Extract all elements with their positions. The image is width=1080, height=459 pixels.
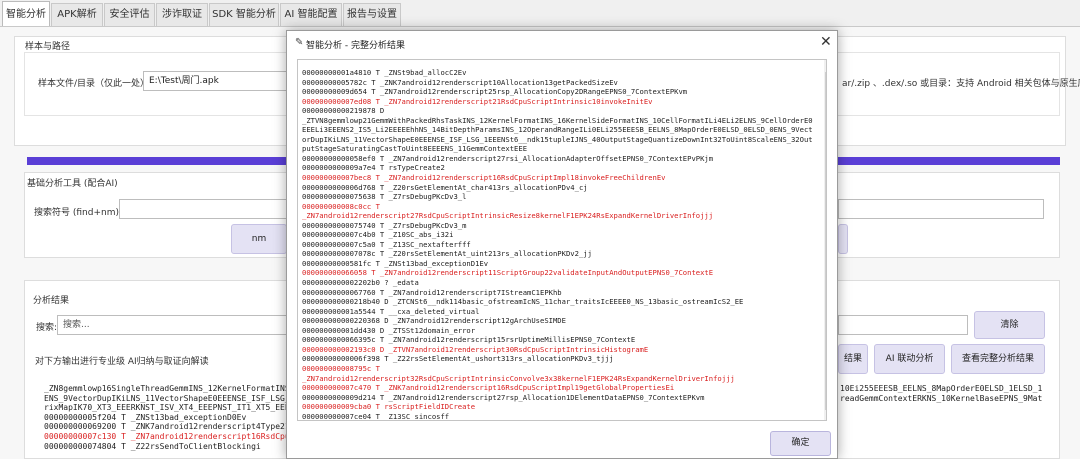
result-search-input[interactable]: 搜索... — [57, 315, 287, 335]
sample-file-input[interactable]: E:\Test\周门.apk — [143, 71, 288, 91]
scroll-thumb[interactable] — [825, 72, 826, 410]
result-log-line-right: 10Ei255EEESB_EELNS_8MapOrderE0ELSD_1ELSD… — [840, 384, 1043, 393]
dialog-text-area[interactable]: 00000000001a4810 T _ZNSt9bad_allocC2Ev 00… — [297, 59, 827, 421]
dialog-title-bar: ✎ 智能分析 - 完整分析结果 ✕ — [287, 31, 837, 57]
dialog-text-line: 000000000008795c T — [302, 363, 380, 373]
tab-smart-analysis[interactable]: 智能分析 — [2, 1, 50, 27]
sample-hint-text: ar/.zip 、.dex/.so 或目录：支持 Android 相关包体与原生… — [842, 79, 1080, 89]
dialog-text-content: 00000000001a4810 T _ZNSt9bad_allocC2Ev 00… — [302, 68, 814, 421]
dialog-text-line: 000000000000220368 D _ZN7android12render… — [302, 316, 566, 326]
dialog-text-line: 0000000000006d768 T _Z20rsGetElementAt_c… — [302, 182, 588, 192]
dialog-text-line: 000000000066058 T _ZN7android12renderscr… — [302, 268, 714, 278]
dialog-text-line: 000000000007ed08 T _ZN7android12rendersc… — [302, 96, 653, 106]
clear-button[interactable]: 清除 — [974, 311, 1045, 339]
dialog-text-line: 00000000000075740 T _Z7rsDebugPKcDv3_m — [302, 220, 467, 230]
tab-apk-parse[interactable]: APK解析 — [51, 3, 103, 26]
dialog-text-line: 00000000009d654 T _ZN7android12renderscr… — [302, 87, 688, 97]
results-button[interactable]: 结果 — [838, 344, 868, 374]
dialog-text-line: 000000000007bec8 T _ZN7android12rendersc… — [302, 173, 666, 183]
symbol-search-label: 搜索符号 (find+nm): — [34, 208, 123, 218]
result-log-line-right: readGemmContextERKNS_10KernelBaseEPNS_9M… — [840, 393, 1043, 403]
dialog-text-line: 0000000000066395c T _ZN7android12renders… — [302, 335, 636, 345]
dialog-text-line: 000000000009cba0 T rsScriptFieldIDCreate — [302, 402, 476, 412]
feather-icon: ✎ — [295, 37, 304, 48]
sample-file-label: 样本文件/目录（仅此一处）: — [38, 79, 153, 89]
full-results-dialog: ✎ 智能分析 - 完整分析结果 ✕ 00000000001a4810 T _ZN… — [286, 30, 838, 459]
dialog-text-line: _ZN7android12renderscript32RsdCpuScriptI… — [302, 373, 735, 383]
symbol-search-input-right[interactable] — [838, 199, 1044, 219]
nm-button[interactable]: nm — [231, 224, 287, 254]
tab-ai-config[interactable]: AI 智能配置 — [280, 3, 342, 26]
dialog-text-line: 0000000000009d214 T _ZN7android12renders… — [302, 392, 705, 402]
result-search-label: 搜索: — [36, 323, 58, 333]
dialog-text-line: 00000000001a4810 T _ZNSt9bad_allocC2Ev — [302, 68, 467, 77]
tab-sdk-analysis[interactable]: SDK 智能分析 — [209, 3, 279, 26]
dialog-text-line: 00000000000067760 T _ZN7android12renders… — [302, 287, 562, 297]
dialog-scrollbar[interactable] — [824, 60, 827, 420]
group-basic-tools-title: 基础分析工具 (配合AI) — [27, 179, 118, 189]
dialog-text-line: 00000000000581fc T _ZNSt13bad_exceptionD… — [302, 258, 489, 268]
dialog-text-line: 0000000000002202b0 ? _edata — [302, 278, 419, 288]
dialog-text-line: 00000000005782c T _ZNK7android12rendersc… — [302, 77, 618, 87]
tab-bar: 智能分析 APK解析 安全评估 涉诈取证 SDK 智能分析 AI 智能配置 报告… — [0, 0, 1080, 28]
dialog-title: 智能分析 - 完整分析结果 — [306, 41, 405, 51]
dialog-text-line: 000000000007c470 T _ZNK7android12renders… — [302, 383, 675, 393]
dialog-text-line: 00000000000075638 T _Z7rsDebugPKcDv3_l — [302, 192, 467, 202]
dialog-text-line: 000000000000218b40 D _ZTCNSt6__ndk114bas… — [302, 297, 744, 307]
close-icon[interactable]: ✕ — [820, 34, 832, 50]
symbol-search-input[interactable] — [119, 199, 287, 219]
dialog-text-line: 0000000000009a7e4 T rsTypeCreate2 — [302, 163, 445, 173]
dialog-text-line: 000000000008c0cc T — [302, 201, 380, 211]
scroll-up-arrow[interactable] — [826, 62, 827, 70]
dialog-text-line: 00000000000219878 D — [302, 106, 385, 116]
result-search-input-right[interactable] — [838, 315, 968, 335]
tools-button-right[interactable] — [838, 224, 848, 254]
group-results-title: 分析结果 — [33, 296, 70, 306]
dialog-text-line: 00000000000058ef0 T _ZN7android12renders… — [302, 153, 714, 163]
ok-button[interactable]: 确定 — [770, 431, 831, 456]
dialog-text-line: 0000000000007c4b0 T _Z10SC_abs_i32i — [302, 230, 454, 240]
dialog-text-line: _ZTVN8gemmlowp21GemmWithPackedRhsTaskINS… — [302, 115, 813, 154]
tab-report-settings[interactable]: 报告与设置 — [343, 3, 401, 26]
group-sample-path-title: 样本与路径 — [25, 42, 71, 52]
dialog-text-line: 00000000000006f398 T _Z22rsSetElementAt_… — [302, 354, 614, 364]
dialog-text-line: 000000000002193c0 D _ZTVN7android12rende… — [302, 344, 649, 354]
ai-summary-note: 对下方输出进行专业级 AI归纳与取证向解读 — [35, 357, 209, 367]
dialog-text-line: 0000000000007c5a0 T _Z13SC_nextafterfff — [302, 239, 471, 249]
ai-link-analysis-button[interactable]: AI 联动分析 — [874, 344, 945, 374]
tab-fraud-forensics[interactable]: 涉诈取证 — [156, 3, 208, 26]
tab-security-assessment[interactable]: 安全评估 — [104, 3, 155, 26]
view-full-results-button[interactable]: 查看完整分析结果 — [951, 344, 1045, 374]
dialog-text-line: 0000000000007078c T _Z20rsSetElementAt_u… — [302, 249, 592, 259]
scroll-down-arrow[interactable] — [826, 412, 827, 420]
result-output-log-right: 10Ei255EEESB_EELNS_8MapOrderE0ELSD_1ELSD… — [840, 384, 1076, 408]
dialog-text-line: _ZN7android12renderscript27RsdCpuScriptI… — [302, 211, 714, 221]
dialog-text-line: 000000000001dd430 D _ZTSSt12domain_error — [302, 325, 476, 335]
dialog-text-line: 000000000001a5544 T __cxa_deleted_virtua… — [302, 306, 480, 316]
dialog-text-line: 000000000007ce04 T _Z13SC_sincosff — [302, 411, 450, 421]
